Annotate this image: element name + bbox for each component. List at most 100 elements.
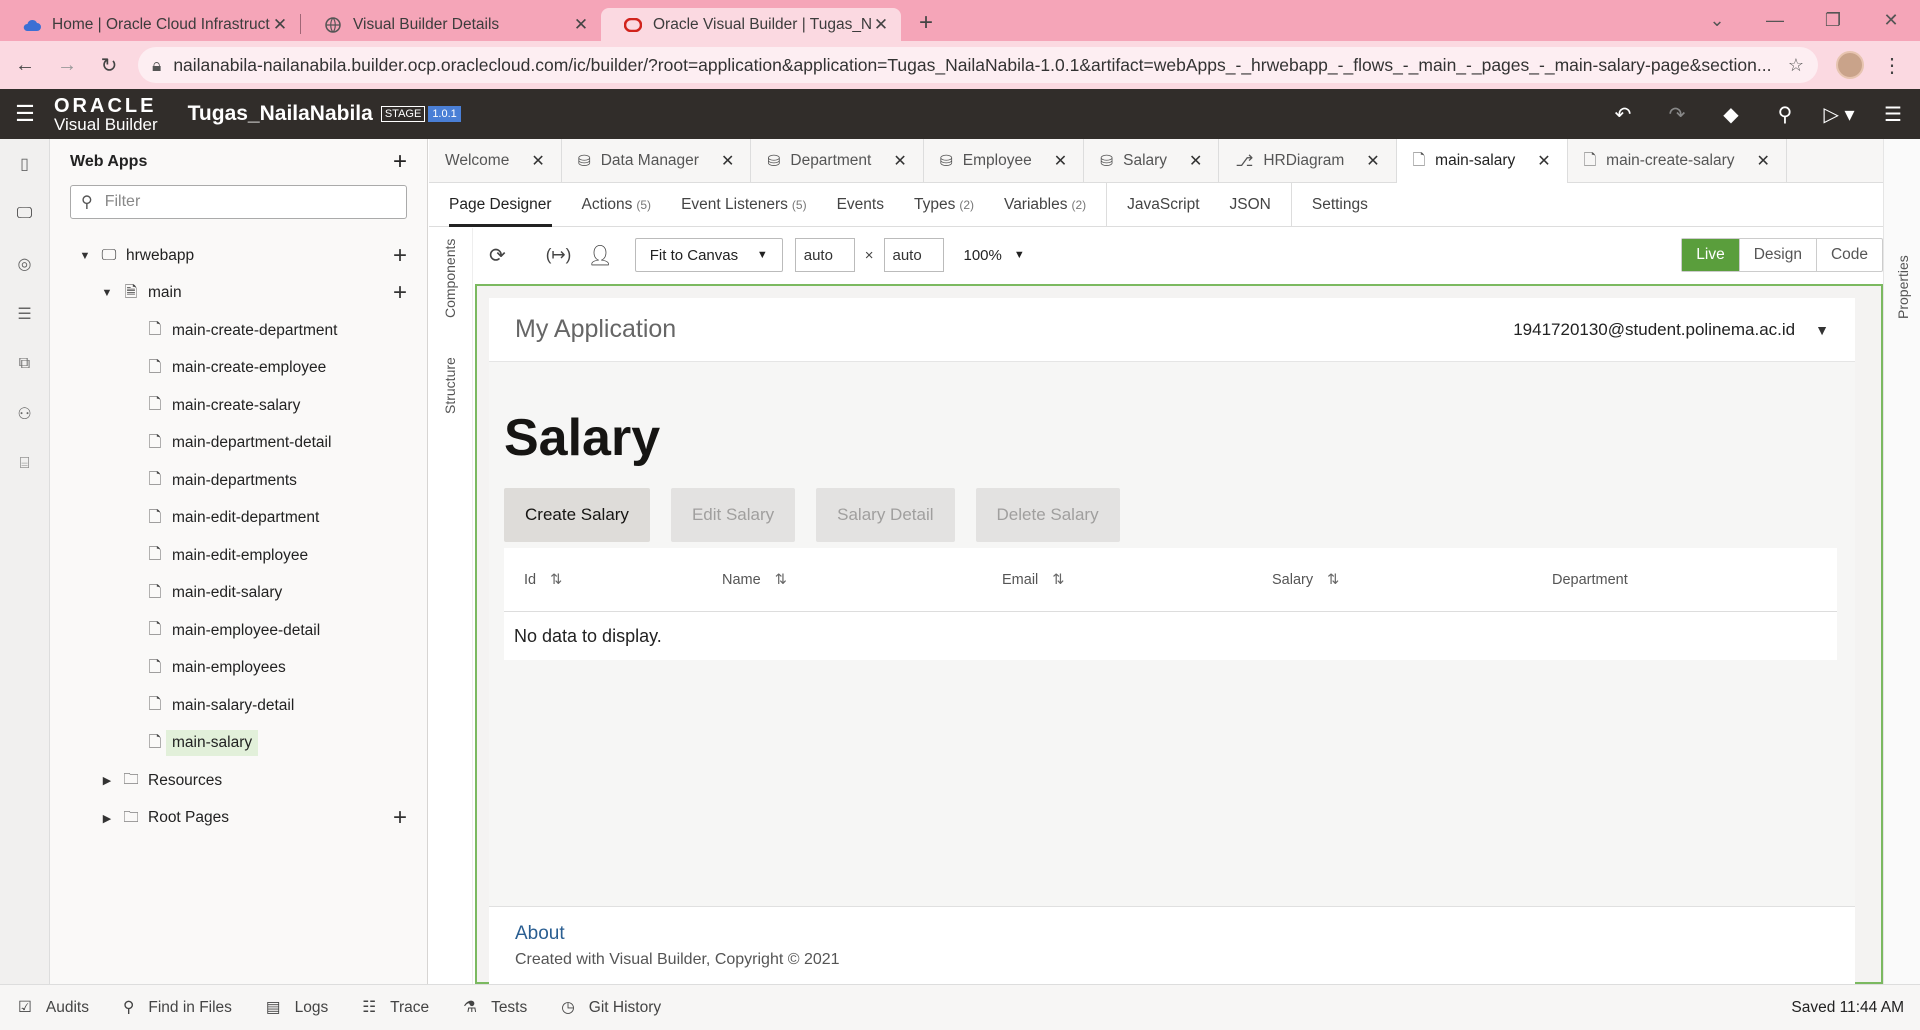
redo-icon[interactable]: ↷: [1650, 102, 1704, 127]
git-history-button[interactable]: ◷ Git History: [561, 998, 661, 1017]
editor-tab-department[interactable]: ⛁ Department ✕: [751, 139, 924, 183]
close-icon[interactable]: ✕: [721, 151, 734, 171]
fit-to-canvas-select[interactable]: Fit to Canvas ▼: [634, 238, 783, 272]
processes-icon[interactable]: ⚇: [0, 389, 49, 439]
zoom-select[interactable]: 100% ▼: [964, 247, 1025, 264]
browser-tab-vb-details[interactable]: Visual Builder Details ✕: [301, 8, 601, 41]
tree-node-root-pages[interactable]: ▶ 🗀 Root Pages +: [50, 800, 427, 838]
tree-node-resources[interactable]: ▶ 🗀 Resources: [50, 762, 427, 800]
close-icon[interactable]: ✕: [1537, 151, 1550, 171]
sort-icon[interactable]: ⇅: [775, 572, 787, 588]
close-icon[interactable]: ✕: [893, 151, 906, 171]
close-icon[interactable]: ✕: [270, 15, 290, 35]
tree-node-hrwebapp[interactable]: ▼ 🖵︎ hrwebapp +: [50, 237, 427, 275]
back-icon[interactable]: ←: [8, 54, 42, 77]
column-header-email[interactable]: Email ⇅: [1002, 572, 1272, 588]
forward-icon[interactable]: →: [50, 54, 84, 77]
close-icon[interactable]: ✕: [1054, 151, 1067, 171]
properties-tab[interactable]: Properties: [1895, 255, 1911, 319]
url-field[interactable]: 🔒︎ nailanabila-nailanabila.builder.ocp.o…: [138, 47, 1818, 83]
find-in-files-button[interactable]: ⚲ Find in Files: [123, 998, 232, 1017]
sort-icon[interactable]: ⇅: [1052, 572, 1064, 588]
add-flow-button[interactable]: +: [393, 242, 407, 270]
close-icon[interactable]: ✕: [1757, 151, 1770, 171]
tree-page-item[interactable]: 🗋 main-create-department: [50, 312, 427, 350]
editor-tab-salary[interactable]: ⛁ Salary ✕: [1084, 139, 1220, 183]
tree-page-item[interactable]: 🗋 main-employees: [50, 650, 427, 688]
tab-javascript[interactable]: JavaScript: [1106, 182, 1200, 227]
close-icon[interactable]: ✕: [871, 15, 891, 35]
editor-tab-welcome[interactable]: Welcome ✕: [429, 139, 562, 183]
tree-node-main[interactable]: ▼ 🗎 main +: [50, 275, 427, 313]
column-header-id[interactable]: Id ⇅: [504, 572, 722, 588]
close-icon[interactable]: ✕: [1189, 151, 1202, 171]
caret-right-icon[interactable]: ▶: [98, 774, 116, 787]
editor-tab-data-manager[interactable]: ⛁ Data Manager ✕: [562, 139, 752, 183]
add-page-button[interactable]: +: [393, 279, 407, 307]
editor-tab-employee[interactable]: ⛁ Employee ✕: [924, 139, 1085, 183]
profile-avatar[interactable]: [1836, 51, 1864, 79]
bookmark-star-icon[interactable]: ☆: [1788, 55, 1804, 76]
tab-page-designer[interactable]: Page Designer: [449, 183, 552, 227]
browser-tab-home[interactable]: Home | Oracle Cloud Infrastructu ✕: [0, 8, 300, 41]
undo-icon[interactable]: ↶: [1596, 102, 1650, 127]
tab-events[interactable]: Events: [837, 183, 884, 227]
audits-button[interactable]: ☑ Audits: [18, 998, 89, 1017]
editor-tab-main-salary[interactable]: 🗋 main-salary ✕: [1396, 139, 1568, 183]
caret-down-icon[interactable]: ▼: [76, 250, 94, 262]
add-root-page-button[interactable]: +: [393, 804, 407, 832]
tree-page-item[interactable]: 🗋 main-salary: [50, 725, 427, 763]
close-icon[interactable]: ✕: [1366, 151, 1379, 171]
restore-icon[interactable]: ❐: [1804, 10, 1862, 31]
caret-down-icon[interactable]: ▼: [1815, 322, 1829, 338]
tree-page-item[interactable]: 🗋 main-department-detail: [50, 425, 427, 463]
menu-icon[interactable]: ☰: [1866, 102, 1920, 127]
new-tab-icon[interactable]: +: [919, 9, 933, 37]
business-objects-icon[interactable]: ☰: [0, 289, 49, 339]
editor-tab-main-create-salary[interactable]: 🗋 main-create-salary ✕: [1568, 139, 1787, 183]
tab-actions[interactable]: Actions (5): [582, 183, 652, 227]
close-icon[interactable]: ✕: [531, 151, 544, 171]
web-apps-icon[interactable]: 🖵︎: [0, 189, 49, 239]
search-icon[interactable]: ⚲: [1758, 102, 1812, 127]
tree-page-item[interactable]: 🗋 main-create-salary: [50, 387, 427, 425]
tree-page-item[interactable]: 🗋 main-create-employee: [50, 350, 427, 388]
components-icon[interactable]: ⧉: [0, 339, 49, 389]
components-tab[interactable]: Components: [442, 239, 458, 318]
trace-button[interactable]: ☷ Trace: [362, 998, 429, 1017]
tests-button[interactable]: ⚗ Tests: [463, 998, 527, 1017]
tab-json[interactable]: JSON: [1230, 183, 1271, 227]
tab-search-icon[interactable]: ⌄: [1688, 10, 1746, 31]
user-menu[interactable]: 1941720130@student.polinema.ac.id: [1513, 320, 1795, 340]
add-web-app-button[interactable]: +: [393, 148, 407, 176]
tree-page-item[interactable]: 🗋 main-edit-salary: [50, 575, 427, 613]
caret-down-icon[interactable]: ▼: [98, 287, 116, 299]
tree-page-item[interactable]: 🗋 main-salary-detail: [50, 687, 427, 725]
width-input[interactable]: auto: [794, 238, 855, 272]
column-header-salary[interactable]: Salary ⇅: [1272, 572, 1552, 588]
live-mode-button[interactable]: Live: [1682, 239, 1740, 271]
reload-icon[interactable]: ↻: [92, 53, 126, 78]
browser-tab-vb-active[interactable]: Oracle Visual Builder | Tugas_Nai ✕: [601, 8, 901, 41]
mobile-apps-icon[interactable]: ▯: [0, 139, 49, 189]
design-mode-button[interactable]: Design: [1740, 239, 1817, 271]
run-icon[interactable]: ▷ ▾: [1812, 102, 1866, 127]
tab-types[interactable]: Types (2): [914, 183, 974, 227]
about-link[interactable]: About: [515, 923, 1829, 945]
sort-icon[interactable]: ⇅: [550, 572, 562, 588]
structure-tab[interactable]: Structure: [442, 357, 458, 414]
sort-icon[interactable]: ⇅: [1327, 572, 1339, 588]
column-header-name[interactable]: Name ⇅: [722, 572, 1002, 588]
tab-variables[interactable]: Variables (2): [1004, 183, 1086, 227]
delete-salary-button[interactable]: Delete Salary: [975, 488, 1120, 542]
logs-button[interactable]: ▤ Logs: [266, 998, 328, 1017]
hamburger-icon[interactable]: ☰: [0, 101, 50, 127]
browser-menu-icon[interactable]: ⋮: [1882, 53, 1902, 78]
caret-right-icon[interactable]: ▶: [98, 812, 116, 825]
editor-tab-hrdiagram[interactable]: ⎇ HRDiagram ✕: [1219, 139, 1397, 183]
tree-page-item[interactable]: 🗋 main-edit-department: [50, 500, 427, 538]
tab-event-listeners[interactable]: Event Listeners (5): [681, 183, 807, 227]
tree-page-item[interactable]: 🗋 main-employee-detail: [50, 612, 427, 650]
edit-salary-button[interactable]: Edit Salary: [670, 488, 796, 542]
close-icon[interactable]: ✕: [571, 15, 591, 35]
